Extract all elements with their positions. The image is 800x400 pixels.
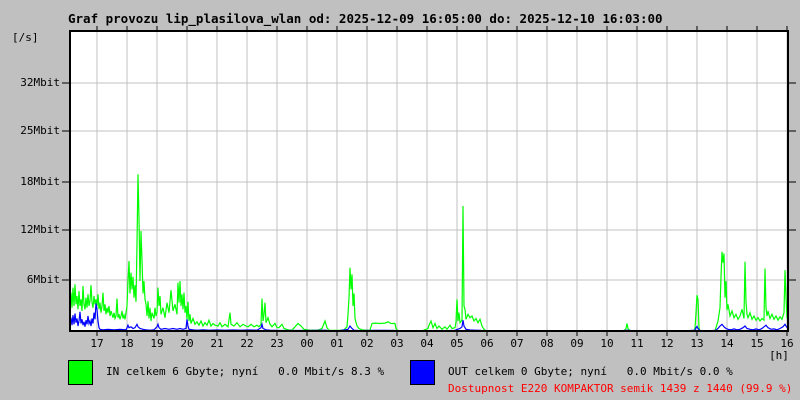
x-tick-label: 06 — [480, 337, 494, 350]
x-tick-label: 17 — [90, 337, 104, 350]
x-tick-label: 05 — [450, 337, 464, 350]
y-tick-label: 25Mbit — [20, 124, 60, 137]
x-tick-label: 23 — [270, 337, 284, 350]
x-tick-label: 03 — [390, 337, 404, 350]
y-axis-unit-label: [/s] — [12, 31, 39, 44]
x-tick-label: 20 — [180, 337, 194, 350]
x-tick-label: 04 — [420, 337, 434, 350]
x-tick-label: 01 — [330, 337, 344, 350]
x-tick-label: 11 — [630, 337, 644, 350]
traffic-chart-svg — [62, 26, 796, 336]
x-tick-label: 12 — [660, 337, 674, 350]
x-tick-label: 14 — [720, 337, 734, 350]
x-tick-label: 10 — [600, 337, 614, 350]
x-axis-unit-label: [h] — [769, 349, 789, 362]
x-tick-label: 09 — [570, 337, 584, 350]
x-tick-label: 21 — [210, 337, 224, 350]
x-tick-label: 22 — [240, 337, 254, 350]
mrtg-traffic-graph: Graf provozu lip_plasilova_wlan od: 2025… — [0, 0, 800, 400]
legend-in-swatch — [68, 360, 93, 385]
x-tick-label: 18 — [120, 337, 134, 350]
availability-text: Dostupnost E220 KOMPAKTOR semik 1439 z 1… — [448, 382, 793, 395]
x-tick-label: 07 — [510, 337, 524, 350]
x-tick-label: 13 — [690, 337, 704, 350]
y-tick-label: 32Mbit — [20, 76, 60, 89]
y-tick-label: 6Mbit — [26, 273, 60, 286]
x-tick-label: 02 — [360, 337, 374, 350]
legend-out-swatch — [410, 360, 435, 385]
graph-title: Graf provozu lip_plasilova_wlan od: 2025… — [68, 11, 663, 26]
legend-in-label: IN celkem 6 Gbyte; nyní 0.0 Mbit/s 8.3 % — [106, 365, 385, 378]
x-tick-label: 19 — [150, 337, 164, 350]
x-tick-label: 08 — [540, 337, 554, 350]
y-tick-label: 18Mbit — [20, 175, 60, 188]
legend-out-label: OUT celkem 0 Gbyte; nyní 0.0 Mbit/s 0.0 … — [448, 365, 733, 378]
x-tick-label: 00 — [300, 337, 314, 350]
y-tick-label: 12Mbit — [20, 223, 60, 236]
traffic-chart — [62, 26, 796, 336]
